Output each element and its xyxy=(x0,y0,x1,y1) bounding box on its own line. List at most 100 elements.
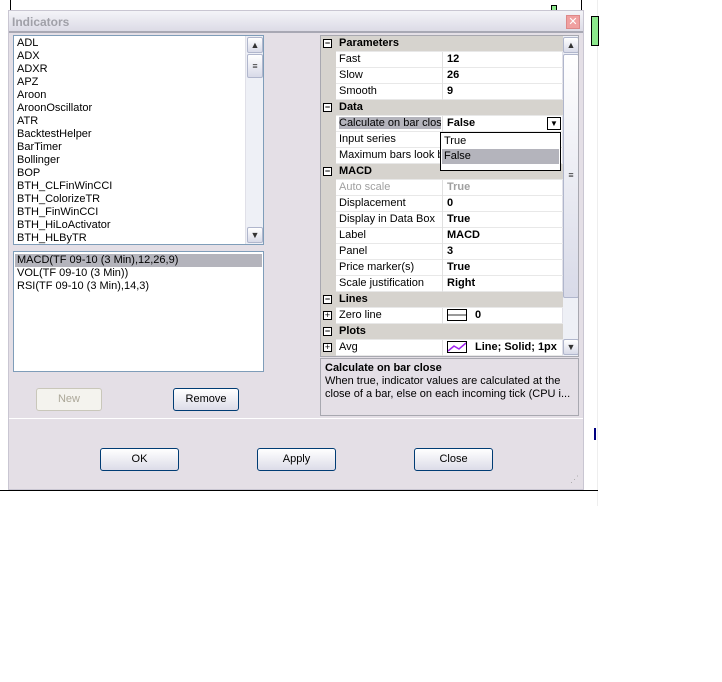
list-item[interactable]: RSI(TF 09-10 (3 Min),14,3) xyxy=(17,280,149,293)
property-row[interactable]: Calculate on bar close False ▼ xyxy=(321,116,563,132)
property-name: Parameters xyxy=(339,37,399,49)
list-item[interactable]: BarTimer xyxy=(17,141,62,154)
category-plots[interactable]: − Plots xyxy=(321,324,563,340)
list-item[interactable]: BTH_CLFinWinCCI xyxy=(17,180,112,193)
property-value[interactable]: MACD xyxy=(442,228,563,244)
dialog-title: Indicators xyxy=(12,15,70,29)
remove-button[interactable]: Remove xyxy=(173,388,239,411)
value-text: 9 xyxy=(447,85,454,97)
scroll-up-icon[interactable]: ▲ xyxy=(247,37,263,53)
property-row[interactable]: Displacement 0 xyxy=(321,196,563,212)
property-name: Fast xyxy=(339,53,361,65)
scroll-down-icon[interactable]: ▼ xyxy=(247,227,263,243)
list-item[interactable]: BTH_HiLoActivator xyxy=(17,219,111,232)
property-name: Smooth xyxy=(339,85,377,97)
expand-icon[interactable]: + xyxy=(323,311,332,320)
list-item[interactable]: ADL xyxy=(17,37,38,50)
property-name: Panel xyxy=(339,245,368,257)
list-item[interactable]: Aroon xyxy=(17,89,46,102)
row-gutter: − xyxy=(321,324,336,340)
property-row[interactable]: Auto scale True xyxy=(321,180,563,196)
category-data[interactable]: − Data xyxy=(321,100,563,116)
value-text: True xyxy=(447,181,471,193)
ok-button[interactable]: OK xyxy=(100,448,179,471)
value-text: False xyxy=(447,117,476,129)
category-lines[interactable]: − Lines xyxy=(321,292,563,308)
chart-candle xyxy=(591,16,599,46)
available-indicators-list[interactable]: ▲ ≡ ▼ ADL ADX ADXR APZ Aroon AroonOscillator A… xyxy=(13,35,264,245)
property-value[interactable]: 3 xyxy=(442,244,563,260)
row-gutter: + xyxy=(321,340,336,356)
dropdown-option-false[interactable]: False xyxy=(442,149,559,164)
list-item[interactable]: MACD(TF 09-10 (3 Min),12,26,9) xyxy=(15,254,262,267)
property-row[interactable]: + Zero line 0 xyxy=(321,308,563,324)
close-icon[interactable]: ✕ xyxy=(566,15,580,29)
list-item[interactable]: BacktestHelper xyxy=(17,128,92,141)
resize-grip-icon[interactable]: ⋰ xyxy=(570,474,579,485)
collapse-icon[interactable]: − xyxy=(323,295,332,304)
property-value[interactable]: True xyxy=(442,260,563,276)
collapse-icon[interactable]: − xyxy=(323,167,332,176)
scroll-thumb[interactable]: ≡ xyxy=(563,54,578,298)
description-text: When true, indicator values are calculat… xyxy=(325,375,571,400)
scroll-down-icon[interactable]: ▼ xyxy=(563,339,578,355)
row-gutter xyxy=(321,148,336,164)
property-name: Input series xyxy=(339,133,396,145)
property-value[interactable]: 0 xyxy=(442,308,563,324)
property-value[interactable]: 9 xyxy=(442,84,563,100)
property-row[interactable]: Panel 3 xyxy=(321,244,563,260)
property-value[interactable]: 12 xyxy=(442,52,563,68)
value-text: True xyxy=(447,213,471,225)
property-row[interactable]: Label MACD xyxy=(321,228,563,244)
close-button[interactable]: Close xyxy=(414,448,493,471)
list-scrollbar[interactable]: ▲ ≡ ▼ xyxy=(245,36,263,244)
property-value[interactable]: Line; Solid; 1px xyxy=(442,340,563,356)
expand-icon[interactable]: + xyxy=(323,343,332,352)
property-value[interactable]: True xyxy=(442,180,563,196)
list-item[interactable]: Bollinger xyxy=(17,154,60,167)
property-row[interactable]: Display in Data Box True xyxy=(321,212,563,228)
chevron-down-icon[interactable]: ▼ xyxy=(547,117,561,130)
property-row[interactable]: Scale justification Right xyxy=(321,276,563,292)
category-parameters[interactable]: − Parameters xyxy=(321,36,563,52)
grid-scrollbar[interactable]: ▲ ≡ ▼ xyxy=(562,36,578,356)
property-description: Calculate on bar close When true, indica… xyxy=(320,358,579,416)
property-value[interactable]: True xyxy=(442,212,563,228)
chart-bar xyxy=(594,428,596,440)
property-value[interactable]: False ▼ xyxy=(442,116,563,132)
list-item[interactable]: ATR xyxy=(17,115,38,128)
list-item[interactable]: BTH_ColorizeTR xyxy=(17,193,100,206)
property-row[interactable]: Fast 12 xyxy=(321,52,563,68)
line-style-swatch-icon xyxy=(447,309,467,322)
property-name: Plots xyxy=(339,325,366,337)
list-item[interactable]: APZ xyxy=(17,76,38,89)
property-row[interactable]: Slow 26 xyxy=(321,68,563,84)
list-item[interactable]: BOP xyxy=(17,167,40,180)
list-item[interactable]: BTH_FinWinCCI xyxy=(17,206,98,219)
list-item[interactable]: ADXR xyxy=(17,63,48,76)
property-row[interactable]: + Avg Line; Solid; 1px xyxy=(321,340,563,356)
row-gutter: − xyxy=(321,164,336,180)
scroll-up-icon[interactable]: ▲ xyxy=(563,37,578,53)
apply-button[interactable]: Apply xyxy=(257,448,336,471)
list-item[interactable]: VOL(TF 09-10 (3 Min)) xyxy=(17,267,128,280)
property-value[interactable]: Right xyxy=(442,276,563,292)
collapse-icon[interactable]: − xyxy=(323,327,332,336)
collapse-icon[interactable]: − xyxy=(323,39,332,48)
property-row[interactable]: Smooth 9 xyxy=(321,84,563,100)
list-item[interactable]: BTH_HLByTR xyxy=(17,232,87,245)
list-item[interactable]: ADX xyxy=(17,50,40,63)
dropdown-option-true[interactable]: True xyxy=(442,134,559,149)
property-row[interactable]: Price marker(s) True xyxy=(321,260,563,276)
applied-indicators-list[interactable]: MACD(TF 09-10 (3 Min),12,26,9) VOL(TF 09-… xyxy=(13,251,264,372)
list-item[interactable]: AroonOscillator xyxy=(17,102,92,115)
property-value[interactable]: 26 xyxy=(442,68,563,84)
calc-dropdown-list[interactable]: True False xyxy=(440,132,561,171)
description-title: Calculate on bar close xyxy=(325,362,442,374)
new-button[interactable]: New xyxy=(36,388,102,411)
property-name: Auto scale xyxy=(339,181,391,193)
collapse-icon[interactable]: − xyxy=(323,103,332,112)
title-bar[interactable]: Indicators ✕ xyxy=(9,11,583,33)
scroll-thumb[interactable]: ≡ xyxy=(247,54,263,78)
property-value[interactable]: 0 xyxy=(442,196,563,212)
